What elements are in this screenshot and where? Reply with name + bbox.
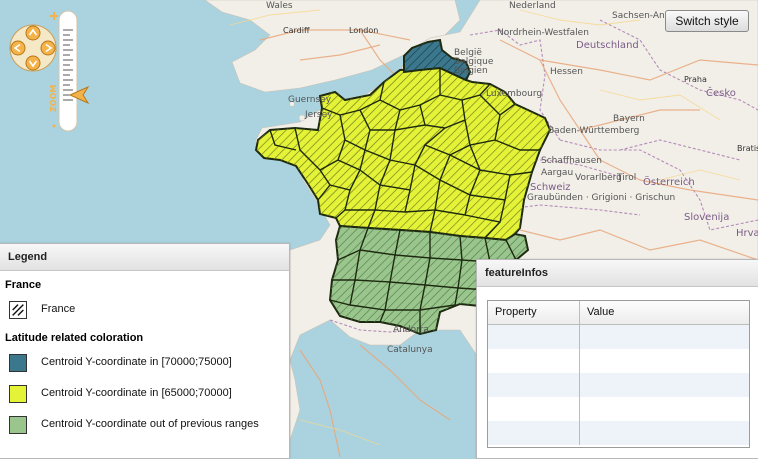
table-row[interactable] — [488, 373, 749, 397]
column-header-property[interactable]: Property — [488, 301, 580, 324]
color-swatch-north — [9, 354, 27, 372]
label-bayern: Bayern — [613, 114, 645, 124]
label-wales: Wales — [266, 1, 293, 11]
table-cell-property — [488, 349, 580, 373]
column-header-value[interactable]: Value — [580, 301, 614, 324]
pan-zoom-control[interactable]: ZOOM — [0, 0, 100, 140]
legend-item-label: Centroid Y-coordinate in [65000;70000] — [41, 387, 232, 399]
label-schaffhausen: Schaffhausen — [541, 156, 602, 166]
label-praha: Praha — [684, 75, 707, 84]
label-andorra: Andorra — [393, 325, 429, 335]
label-bw: Baden-Württemberg — [548, 126, 639, 136]
legend-item-label: Centroid Y-coordinate out of previous ra… — [41, 418, 259, 430]
legend-item-label: France — [41, 303, 76, 315]
table-cell-property — [488, 421, 580, 445]
label-aargau: Aargau — [541, 168, 573, 178]
legend-item: Centroid Y-coordinate in [65000;70000] — [0, 377, 289, 408]
legend-title: Legend — [0, 244, 289, 271]
zoom-out-button[interactable] — [52, 124, 56, 128]
color-swatch-middle — [9, 385, 27, 403]
label-belgien: Belgien — [454, 66, 488, 76]
legend-item: France — [0, 293, 289, 324]
legend-panel: Legend France France Latitude related co… — [0, 243, 290, 459]
label-bratislava: Bratis — [737, 144, 758, 153]
label-nrw: Nordrhein-Westfalen — [497, 28, 589, 38]
label-nederland: Nederland — [509, 1, 556, 11]
table-row[interactable] — [488, 349, 749, 373]
legend-item: Centroid Y-coordinate in [70000;75000] — [0, 346, 289, 377]
label-osterreich: Österreich — [643, 175, 695, 188]
table-cell-value — [580, 373, 749, 397]
table-cell-property — [488, 325, 580, 349]
table-cell-value — [580, 349, 749, 373]
label-deutschland: Deutschland — [576, 40, 639, 51]
label-graubunden: Graubünden · Grigioni · Grischun — [527, 193, 675, 203]
table-cell-property — [488, 373, 580, 397]
hatched-swatch-icon — [9, 301, 27, 319]
table-row[interactable] — [488, 421, 749, 445]
label-london: London — [349, 26, 378, 35]
legend-group-title: Latitude related coloration — [5, 332, 144, 344]
table-cell-value — [580, 421, 749, 445]
zoom-label: ZOOM — [49, 85, 58, 112]
table-row[interactable] — [488, 397, 749, 421]
featureinfos-table[interactable]: Property Value — [487, 300, 750, 448]
label-cardiff: Cardiff — [283, 26, 310, 35]
label-vorarlberg: Vorarlberg — [575, 173, 622, 183]
table-cell-value — [580, 325, 749, 349]
legend-item: Centroid Y-coordinate out of previous ra… — [0, 408, 289, 439]
featureinfos-table-body — [488, 325, 749, 445]
pan-down-button[interactable] — [25, 55, 41, 71]
label-schweiz: Schweiz — [530, 182, 571, 193]
legend-item-label: Centroid Y-coordinate in [70000;75000] — [41, 356, 232, 368]
featureinfos-table-header: Property Value — [488, 301, 749, 325]
label-jersey: Jersey — [304, 110, 333, 120]
label-catalunya: Catalunya — [387, 345, 433, 355]
label-guernsey: Guernsey — [288, 95, 332, 105]
label-slovenija: Slovenija — [684, 212, 729, 223]
zoom-track[interactable] — [58, 10, 78, 132]
featureinfos-panel: featureInfos Property Value — [476, 259, 758, 459]
label-tirol: Tirol — [616, 173, 636, 183]
pan-left-button[interactable] — [10, 40, 26, 56]
label-cesko: Česko — [706, 86, 736, 99]
pan-control[interactable] — [9, 24, 57, 72]
featureinfos-title: featureInfos — [477, 260, 758, 287]
pan-up-button[interactable] — [25, 25, 41, 41]
label-hessen: Hessen — [550, 67, 583, 77]
legend-group-title: France — [5, 279, 42, 291]
zoom-in-button[interactable] — [50, 12, 58, 20]
color-swatch-south — [9, 416, 27, 434]
pan-right-button[interactable] — [40, 40, 56, 56]
switch-style-button[interactable]: Switch style — [665, 10, 749, 32]
zoom-control[interactable]: ZOOM — [49, 10, 90, 132]
label-luxembourg: Luxembourg — [486, 89, 542, 99]
table-cell-property — [488, 397, 580, 421]
table-row[interactable] — [488, 325, 749, 349]
table-cell-value — [580, 397, 749, 421]
label-hrvatska: Hrva — [736, 228, 758, 239]
